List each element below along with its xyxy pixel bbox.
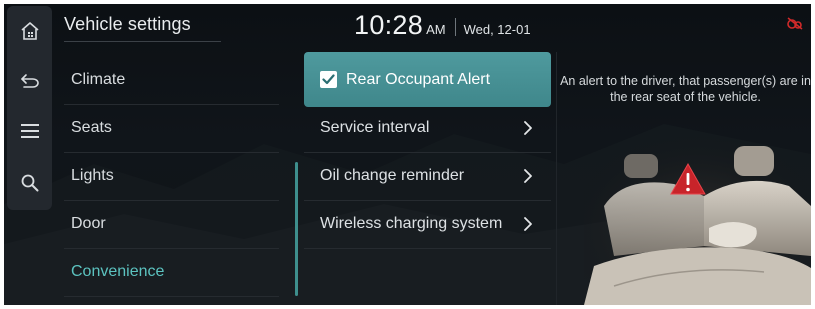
- category-seats[interactable]: Seats: [64, 104, 279, 152]
- chevron-right-icon: [524, 121, 532, 135]
- back-icon: [20, 74, 39, 88]
- category-label: Seats: [71, 119, 112, 136]
- search-icon: [21, 174, 38, 192]
- category-climate[interactable]: Climate: [64, 56, 279, 104]
- option-label: Wireless charging system: [320, 215, 503, 232]
- category-label: Convenience: [71, 263, 165, 280]
- category-convenience[interactable]: Convenience: [64, 248, 279, 296]
- chevron-right-icon: [524, 217, 532, 231]
- chevron-right-icon: [524, 169, 532, 183]
- category-door[interactable]: Door: [64, 200, 279, 248]
- back-button[interactable]: [7, 58, 52, 104]
- home-button[interactable]: [7, 8, 52, 54]
- rear-occupant-alert-checkbox[interactable]: [320, 71, 337, 88]
- category-label: Door: [71, 215, 106, 232]
- category-label: Lights: [71, 167, 114, 184]
- divider: [64, 296, 279, 297]
- menu-button[interactable]: [7, 108, 52, 154]
- checkmark-icon: [322, 74, 335, 85]
- option-label: Service interval: [320, 119, 430, 136]
- option-description: An alert to the driver, that passenger(s…: [560, 74, 811, 104]
- option-label: Rear Occupant Alert: [346, 70, 491, 88]
- divider: [304, 248, 551, 249]
- side-rail: [7, 6, 52, 210]
- option-oil-change-reminder[interactable]: Oil change reminder: [304, 152, 551, 200]
- category-lights[interactable]: Lights: [64, 152, 279, 200]
- title-underline: [64, 41, 221, 42]
- clock-separator: [454, 18, 456, 36]
- option-label: Oil change reminder: [320, 167, 465, 184]
- clock-ampm: AM: [426, 22, 446, 37]
- vehicle-settings-screen: Vehicle settings 10:28 AM Wed, 12-01 Cli…: [4, 4, 811, 305]
- menu-icon: [20, 124, 39, 138]
- clock-date: Wed, 12-01: [463, 22, 531, 37]
- scrollbar[interactable]: [295, 162, 298, 296]
- search-button[interactable]: [7, 160, 52, 206]
- home-icon: [20, 22, 39, 40]
- page-title: Vehicle settings: [64, 14, 191, 34]
- status-clock: 10:28 AM Wed, 12-01: [354, 10, 531, 44]
- option-service-interval[interactable]: Service interval: [304, 104, 551, 152]
- connectivity-status-icon: [787, 17, 803, 30]
- panel-divider: [556, 52, 557, 305]
- rear-seat-warning-illustration: [584, 136, 811, 305]
- category-label: Climate: [71, 71, 126, 88]
- clock-time: 10:28: [354, 10, 424, 40]
- option-rear-occupant-alert[interactable]: Rear Occupant Alert: [304, 52, 551, 107]
- option-wireless-charging-system[interactable]: Wireless charging system: [304, 200, 551, 248]
